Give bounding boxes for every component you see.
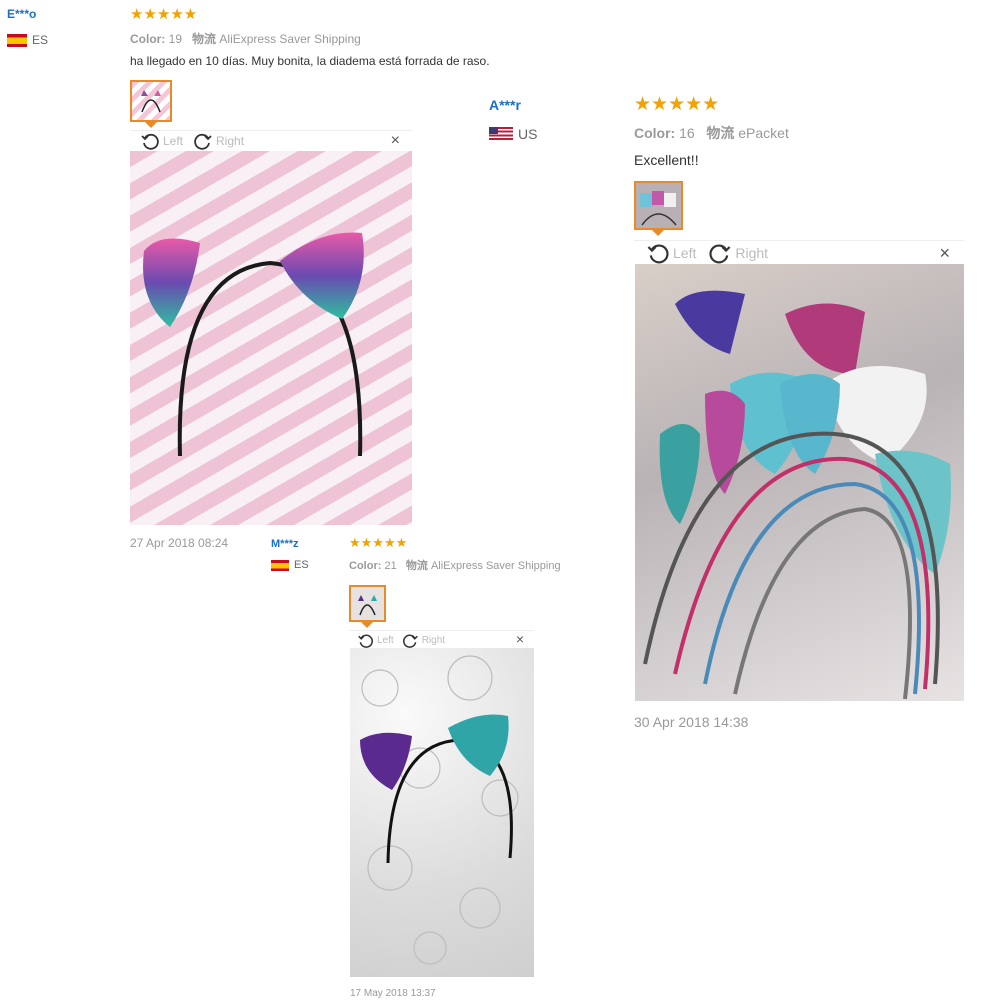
rotate-left-label: Left bbox=[377, 634, 394, 646]
review-photo-thumbnail[interactable] bbox=[130, 80, 172, 122]
headbands-thumb-icon bbox=[640, 191, 677, 226]
review-meta: Color: 19 物流 AliExpress Saver Shipping bbox=[130, 30, 361, 47]
rotate-left-icon bbox=[141, 133, 159, 150]
review-date: 27 Apr 2018 08:24 bbox=[130, 536, 229, 550]
review-photo-thumbnail[interactable] bbox=[349, 585, 386, 622]
shipping-value: AliExpress Saver Shipping bbox=[430, 560, 561, 572]
country-code: US bbox=[518, 126, 538, 142]
rotate-right-label: Right bbox=[735, 245, 769, 261]
rotate-right-icon bbox=[402, 633, 418, 648]
review-meta: Color: 16 物流 ePacket bbox=[634, 123, 789, 143]
color-value: 21 bbox=[384, 560, 397, 572]
color-label: Color: bbox=[130, 32, 166, 46]
spain-flag-icon bbox=[271, 559, 289, 571]
color-label: Color: bbox=[349, 560, 382, 572]
headband-thumb-icon bbox=[141, 90, 161, 113]
close-viewer-button[interactable]: × bbox=[391, 132, 400, 150]
rotate-left-label: Left bbox=[673, 245, 697, 261]
image-toolbar: Left Right × bbox=[130, 130, 412, 151]
thumbnail-pointer bbox=[361, 622, 373, 628]
country-code: ES bbox=[32, 33, 49, 47]
color-label: Color: bbox=[634, 125, 676, 141]
country-code: ES bbox=[294, 559, 309, 571]
rotate-left-label: Left bbox=[163, 134, 184, 148]
image-toolbar: Left Right × bbox=[634, 240, 964, 265]
shipping-label: 物流 bbox=[405, 560, 428, 572]
rotate-right-label: Right bbox=[421, 634, 446, 646]
rotate-right-label: Right bbox=[216, 134, 245, 148]
reviewer-country: ES bbox=[7, 33, 48, 47]
review-text: ha llegado en 10 días. Muy bonita, la di… bbox=[130, 54, 490, 68]
review-photo bbox=[350, 648, 534, 977]
reviewer-name: A***r bbox=[489, 97, 521, 113]
shipping-value: AliExpress Saver Shipping bbox=[219, 32, 361, 46]
star-rating: ★★★★★ bbox=[349, 535, 408, 550]
reviewer-name: M***z bbox=[271, 538, 299, 550]
review-photo bbox=[635, 264, 964, 701]
star-rating: ★★★★★ bbox=[130, 6, 198, 23]
review-date: 17 May 2018 13:37 bbox=[350, 988, 436, 999]
image-toolbar: Left Right × bbox=[349, 630, 534, 649]
review-date: 30 Apr 2018 14:38 bbox=[634, 714, 749, 730]
headband-photo bbox=[143, 232, 364, 457]
reviewer-country: ES bbox=[271, 559, 309, 571]
shipping-value: ePacket bbox=[738, 125, 789, 141]
headband-lace-photo bbox=[360, 655, 519, 965]
thumbnail-pointer bbox=[652, 230, 664, 236]
rotate-left-icon bbox=[647, 244, 669, 264]
reviewer-name: E***o bbox=[7, 7, 37, 21]
review-photo-thumbnail[interactable] bbox=[634, 181, 683, 230]
color-value: 16 bbox=[679, 125, 695, 141]
review-meta: Color: 21 物流 AliExpress Saver Shipping bbox=[349, 557, 561, 573]
star-rating: ★★★★★ bbox=[634, 94, 720, 115]
rotate-right-button[interactable]: Right bbox=[193, 131, 244, 151]
shipping-label: 物流 bbox=[706, 125, 735, 141]
rotate-left-button[interactable]: Left bbox=[357, 632, 394, 649]
rotate-left-button[interactable]: Left bbox=[140, 131, 183, 151]
us-flag-icon bbox=[489, 127, 513, 141]
rotate-left-icon bbox=[358, 633, 373, 648]
rotate-right-icon bbox=[709, 244, 731, 264]
review-text: Excellent!! bbox=[634, 152, 699, 168]
color-value: 19 bbox=[168, 32, 183, 46]
review-photo bbox=[130, 151, 412, 525]
shipping-label: 物流 bbox=[192, 32, 217, 46]
rotate-right-button[interactable]: Right bbox=[708, 241, 768, 265]
headbands-bundle-photo bbox=[643, 290, 951, 700]
close-viewer-button[interactable]: × bbox=[939, 243, 950, 264]
reviewer-country: US bbox=[489, 126, 537, 142]
rotate-left-button[interactable]: Left bbox=[646, 241, 696, 265]
rotate-right-button[interactable]: Right bbox=[402, 632, 445, 649]
rotate-right-icon bbox=[194, 133, 212, 150]
headband-thumb-icon bbox=[358, 595, 377, 616]
spain-flag-icon bbox=[7, 33, 27, 47]
close-viewer-button[interactable]: × bbox=[516, 631, 524, 647]
thumbnail-pointer bbox=[145, 122, 157, 128]
